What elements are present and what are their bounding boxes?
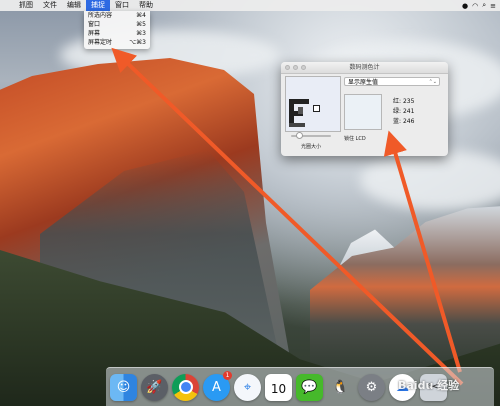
blue-value: 蓝: 246 [393,118,415,125]
finder-icon[interactable]: ☺ [110,373,137,401]
red-value: 红: 235 [393,98,415,105]
search-icon[interactable]: ⌕ [482,1,486,10]
chrome-icon[interactable] [172,373,199,401]
window-titlebar[interactable]: 数码测色计 [281,62,448,74]
menu-capture[interactable]: 捕捉 [86,0,110,11]
wechat-icon[interactable]: 💬 [296,373,323,401]
menu-item-timed-screen[interactable]: 屏幕定时 ⌥⌘3 [84,38,150,47]
desktop-wallpaper [0,0,500,406]
menu-item-selection[interactable]: 所选内容 ⌘4 [84,11,150,20]
wechat-icon[interactable]: ● [462,2,468,10]
menu-app-name[interactable]: 抓图 [14,0,38,11]
list-icon[interactable]: ≡ [490,2,496,10]
notification-badge: 1 [223,370,232,380]
menu-item-window[interactable]: 窗口 ⌘5 [84,20,150,29]
menu-edit[interactable]: 编辑 [62,0,86,11]
capture-menu: 所选内容 ⌘4 窗口 ⌘5 屏幕 ⌘3 屏幕定时 ⌥⌘3 [84,11,150,49]
menu-help[interactable]: 帮助 [134,0,158,11]
color-swatch [344,94,382,130]
digital-color-meter-window: 数码测色计 光圈大小 显示原生值 ⌃⌄ 红: 235 绿: 241 蓝: 246… [281,62,448,156]
display-mode-select[interactable]: 显示原生值 ⌃⌄ [344,77,440,86]
rgb-values: 红: 235 绿: 241 蓝: 246 [393,96,414,126]
aperture-label: 光圈大小 [301,144,322,150]
chevron-updown-icon: ⌃⌄ [428,79,437,85]
calendar-icon[interactable]: 10 [265,373,292,401]
window-title: 数码测色计 [349,64,380,71]
safari-icon[interactable]: ⌖ [234,373,261,401]
launchpad-icon[interactable]: 🚀 [141,373,168,401]
lock-lcd-label: 锁住 LCD [344,136,366,142]
menu-item-screen[interactable]: 屏幕 ⌘3 [84,29,150,38]
menu-window[interactable]: 窗口 [110,0,134,11]
system-preferences-icon[interactable]: ⚙ [358,373,385,401]
app-store-icon[interactable]: A 1 [203,370,232,401]
wifi-icon[interactable]: ◠ [472,2,478,10]
menu-bar: 抓图 文件 编辑 捕捉 窗口 帮助 ● ◠ ⌕ ≡ [0,0,500,11]
qq-icon[interactable]: 🐧 [327,374,354,401]
magnified-preview [285,76,341,132]
menu-file[interactable]: 文件 [38,0,62,11]
aperture-slider-handle[interactable] [296,132,303,139]
green-value: 绿: 241 [393,108,415,115]
watermark: Baidu 经验 [398,379,460,392]
